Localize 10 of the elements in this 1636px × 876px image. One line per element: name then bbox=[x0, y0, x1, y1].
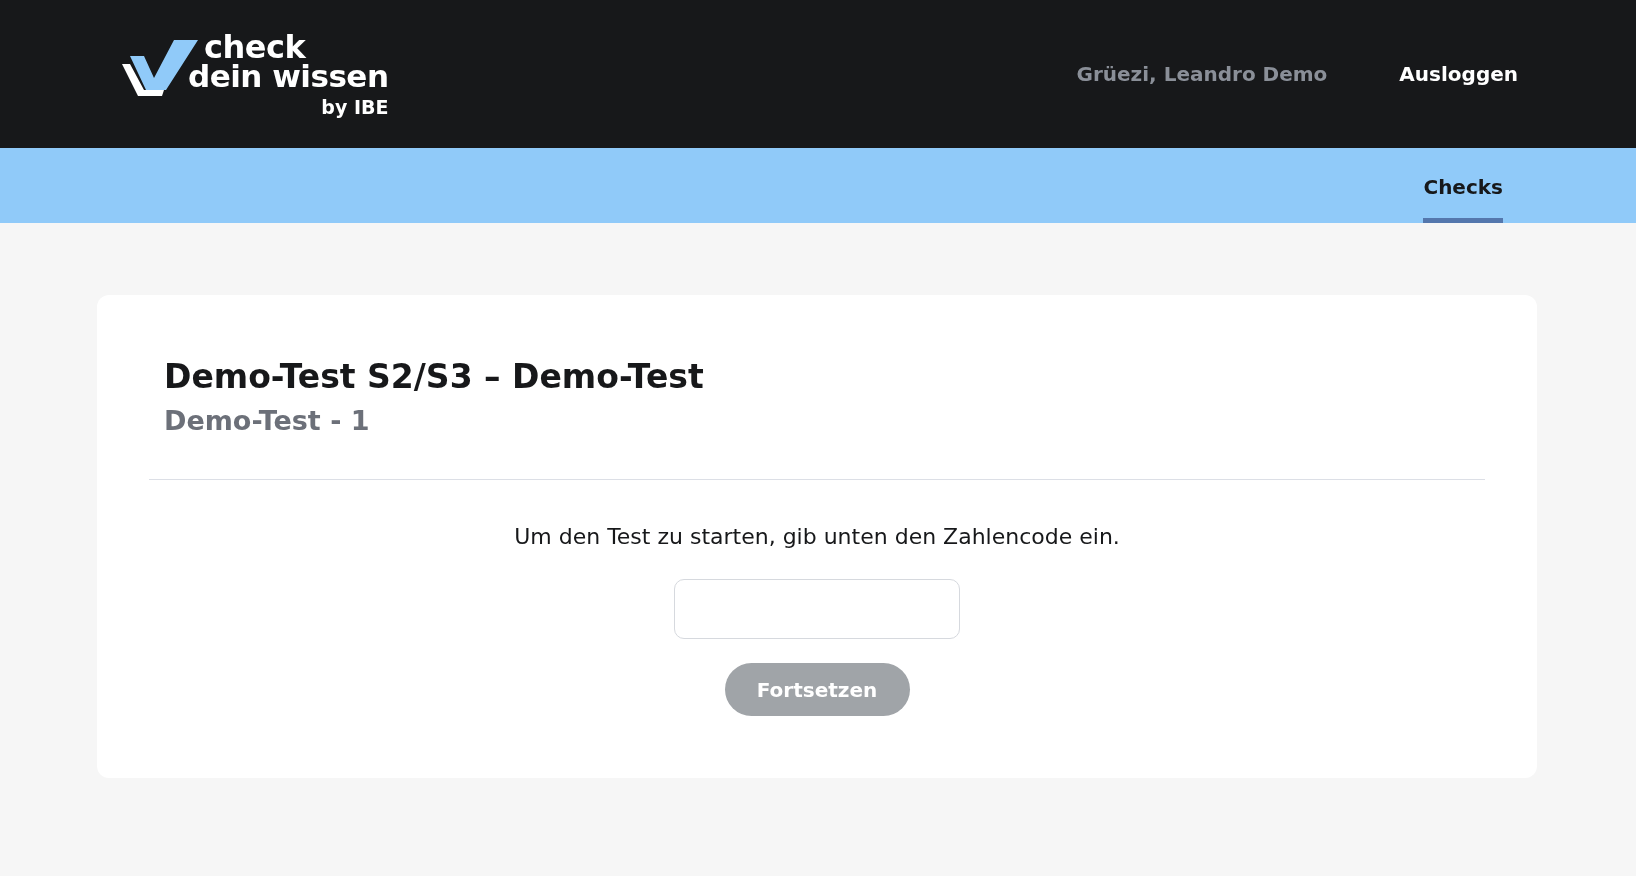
instruction-text: Um den Test zu starten, gib unten den Zahlencode ein. bbox=[513, 523, 1121, 552]
logo-text: dein wissen bbox=[188, 62, 389, 92]
greeting-text: Grüezi, Leandro Demo bbox=[1076, 61, 1328, 88]
logo-text: check bbox=[204, 32, 306, 63]
test-title: Demo-Test S2/S3 – Demo-Test bbox=[164, 357, 705, 397]
logo-byline: by IBE bbox=[320, 97, 389, 116]
code-input-field[interactable] bbox=[674, 579, 960, 640]
nav-tab[interactable]: Checks bbox=[1423, 148, 1503, 223]
test-subtitle: Demo-Test - 1 bbox=[164, 403, 371, 438]
logout-link[interactable]: Ausloggen bbox=[1399, 59, 1518, 89]
